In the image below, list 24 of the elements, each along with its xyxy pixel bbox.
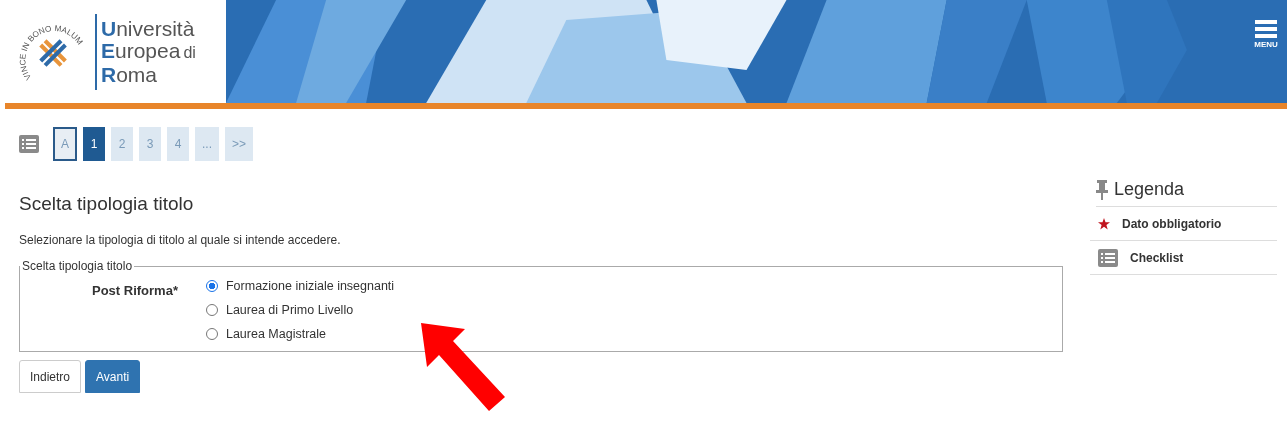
menu-icon bbox=[1255, 20, 1277, 38]
page-title: Scelta tipologia titolo bbox=[19, 193, 195, 215]
radio-button[interactable] bbox=[205, 280, 218, 292]
field-label: Post Riforma* bbox=[92, 282, 178, 300]
radio-option[interactable]: Formazione iniziale insegnanti bbox=[205, 279, 395, 293]
logo-wordmark-line: Europeadi bbox=[101, 39, 196, 64]
checklist-icon[interactable] bbox=[19, 134, 39, 153]
step-tab[interactable]: 1 bbox=[83, 126, 105, 161]
pin-icon bbox=[1096, 179, 1108, 200]
step-tab[interactable]: A bbox=[53, 126, 77, 161]
instructions-text: Selezionare la tipologia di titolo al quale si intende accedere. bbox=[19, 233, 342, 247]
menu-button[interactable]: MENU bbox=[1245, 20, 1287, 49]
logo-wordmark-line: Roma bbox=[101, 63, 159, 86]
legend-title: Legenda bbox=[1114, 179, 1185, 200]
fieldset-legend: Scelta tipologia titolo bbox=[20, 259, 135, 273]
logo-wordmark-line: Università bbox=[101, 17, 196, 40]
radio-option[interactable]: Laurea Magistrale bbox=[205, 327, 395, 341]
checklist-icon bbox=[1098, 248, 1118, 267]
legend-item: Checklist bbox=[1130, 250, 1184, 265]
radio-option[interactable]: Laurea di Primo Livello bbox=[205, 303, 395, 317]
next-button[interactable]: Avanti bbox=[85, 360, 141, 393]
back-button[interactable]: Indietro bbox=[19, 360, 82, 393]
legend-item: Dato obbligatorio bbox=[1122, 216, 1222, 231]
asterisk-icon bbox=[1098, 217, 1110, 230]
